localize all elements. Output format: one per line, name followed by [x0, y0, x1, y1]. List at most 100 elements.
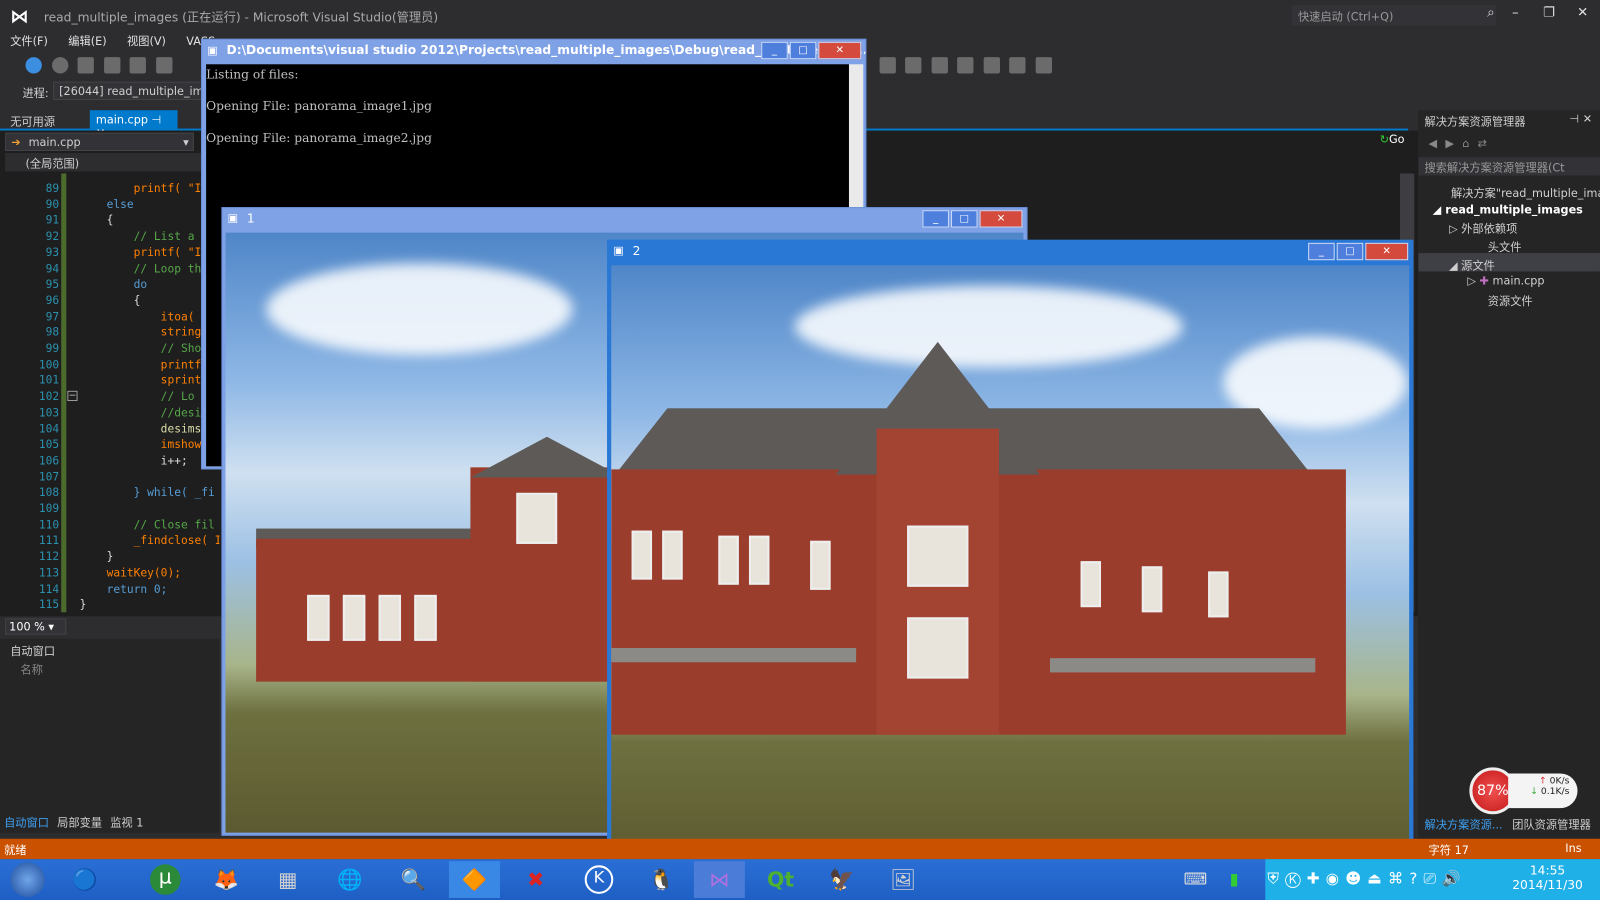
save-icon[interactable] — [129, 57, 146, 74]
code-line: } — [79, 550, 114, 564]
menu-edit[interactable]: 编辑(E) — [68, 35, 106, 48]
solution-search-input[interactable]: 搜索解决方案资源管理器(Ct — [1418, 157, 1600, 176]
maximize-button[interactable]: □ — [789, 41, 817, 60]
title-bar: ⋈ read_multiple_images (正在运行) - Microsof… — [0, 0, 1600, 33]
step-over-icon[interactable] — [957, 57, 974, 74]
plus-icon[interactable]: ✚ — [1307, 869, 1326, 887]
step-into-icon[interactable] — [931, 57, 948, 74]
sync-icon[interactable]: ⇄ — [1477, 137, 1495, 150]
image-viewer-icon[interactable]: 🖼 — [878, 861, 929, 898]
media-player-icon[interactable]: 🔶 — [448, 861, 500, 898]
save-all-icon[interactable] — [155, 57, 172, 74]
pin-icon[interactable]: ⊣ ✕ — [1569, 112, 1592, 125]
minimize-button[interactable]: _ — [761, 41, 788, 60]
status-bar: 就绪 字符 17 Ins — [0, 838, 1600, 860]
forward-icon[interactable]: ▶ — [1445, 137, 1462, 150]
tray-icons[interactable]: ⛨Ⓚ✚◉☻⏏⌘?⎚🔊 — [1267, 869, 1467, 887]
maximize-button[interactable]: □ — [1336, 242, 1364, 261]
image-window-2[interactable]: ▣ 2 _ □ ✕ — [607, 239, 1414, 863]
down-arrow-icon: ↓ — [1530, 786, 1538, 797]
tab-main-cpp[interactable]: main.cpp ⊣ ✕ — [89, 110, 178, 140]
volume-icon[interactable]: 🔊 — [1442, 869, 1467, 887]
tree-solution[interactable]: 解决方案"read_multiple_images" — [1451, 185, 1600, 201]
help-icon[interactable]: ? — [1409, 869, 1423, 887]
new-project-icon[interactable] — [77, 57, 94, 74]
step-out-icon[interactable] — [983, 57, 1000, 74]
taskbar-app-icon[interactable]: 🔵 — [59, 861, 110, 898]
calculator-icon[interactable]: ▦ — [262, 861, 313, 898]
keyboard-icon[interactable]: ⌨ — [1184, 869, 1208, 888]
close-button[interactable]: ✕ — [818, 41, 862, 60]
bookmark-icon[interactable] — [1009, 57, 1026, 74]
minimize-button[interactable]: _ — [922, 210, 949, 228]
utorrent-icon[interactable]: µ — [140, 861, 191, 898]
visual-studio-icon[interactable]: ⋈ — [693, 861, 745, 898]
input-method-icon[interactable]: ⌘ — [1388, 869, 1409, 887]
pin-icon[interactable]: ⊣ — [152, 113, 162, 126]
back-icon[interactable]: ◀ — [1429, 137, 1446, 150]
line-number: 94 — [45, 261, 60, 275]
usb-tray-icon[interactable]: ⏏ — [1367, 869, 1388, 887]
tree-source-files[interactable]: ◢ 源文件 — [1449, 257, 1495, 273]
collapse-icon[interactable]: − — [67, 390, 78, 402]
kugou-icon[interactable]: K — [573, 861, 624, 898]
xshell-icon[interactable]: ✖ — [510, 861, 561, 898]
tab-label: main.cpp — [95, 113, 148, 127]
forward-icon[interactable] — [51, 57, 68, 74]
tab-autos[interactable]: 自动窗口 — [4, 816, 49, 829]
code-line: //desi — [79, 405, 202, 420]
code-line: return 0; — [79, 582, 168, 596]
zoom-select[interactable]: 100 % ▾ — [5, 618, 67, 635]
go-button[interactable]: ↻Go — [1380, 133, 1405, 146]
qq-tray-icon[interactable]: ☻ — [1345, 869, 1367, 887]
file-combo[interactable]: ➔ main.cpp ▾ — [5, 132, 194, 152]
menu-view[interactable]: 视图(V) — [127, 35, 166, 48]
tab-solution-explorer[interactable]: 解决方案资源... — [1424, 816, 1502, 832]
clock[interactable]: 14:55 2014/11/30 — [1512, 863, 1583, 892]
status-mode: Ins — [1565, 841, 1582, 856]
usb-icon[interactable]: ▮ — [1230, 869, 1239, 888]
open-file-icon[interactable] — [103, 57, 120, 74]
start-button[interactable] — [2, 861, 53, 898]
minimize-button[interactable]: _ — [1308, 242, 1335, 261]
weibo-icon[interactable]: ◉ — [1326, 869, 1345, 887]
maximize-button[interactable]: □ — [951, 210, 978, 228]
clock-time: 14:55 — [1529, 863, 1566, 878]
browser-icon[interactable]: 🌐 — [324, 861, 375, 898]
debug-tool-icon[interactable] — [879, 57, 896, 74]
minimize-button[interactable]: – — [1502, 5, 1529, 20]
opencv-window-icon[interactable]: 🦅 — [816, 861, 867, 898]
close-button[interactable]: ✕ — [979, 210, 1023, 228]
code-line: // Sho — [79, 341, 202, 356]
qt-icon[interactable]: Qt — [755, 861, 806, 898]
home-icon[interactable]: ⌂ — [1462, 137, 1477, 150]
tab-locals[interactable]: 局部变量 — [57, 816, 102, 829]
restore-button[interactable]: ❐ — [1536, 5, 1563, 20]
tree-resource-files[interactable]: 资源文件 — [1488, 293, 1533, 309]
qq-icon[interactable]: 🐧 — [636, 861, 687, 898]
close-button[interactable]: ✕ — [1569, 5, 1596, 20]
menu-file[interactable]: 文件(F) — [10, 35, 48, 48]
search-icon[interactable]: ⌕ — [1478, 5, 1505, 20]
tree-external-deps[interactable]: ▷ 外部依赖项 — [1449, 220, 1517, 236]
kugou-tray-icon[interactable]: Ⓚ — [1285, 869, 1307, 887]
search-app-icon[interactable]: 🔍 — [388, 861, 439, 898]
line-number: 97 — [45, 309, 60, 324]
quick-launch-input[interactable]: 快速启动 (Ctrl+Q) — [1291, 5, 1496, 26]
process-select[interactable]: [26044] read_multiple_images — [53, 81, 205, 100]
line-number: 103 — [38, 405, 60, 420]
close-button[interactable]: ✕ — [1365, 242, 1409, 261]
window-title: read_multiple_images (正在运行) - Microsoft … — [43, 10, 439, 25]
tree-project[interactable]: ◢ read_multiple_images — [1433, 203, 1583, 216]
network-icon[interactable]: ⎚ — [1424, 869, 1442, 887]
shield-icon[interactable]: ⛨ — [1267, 869, 1285, 887]
tab-team-explorer[interactable]: 团队资源管理器 — [1512, 816, 1591, 832]
breakpoint-icon[interactable] — [905, 57, 922, 74]
tab-no-source[interactable]: 无可用源 — [4, 110, 61, 130]
scope-combo[interactable]: (全局范围) — [5, 153, 220, 172]
back-icon[interactable] — [25, 57, 42, 74]
tab-watch1[interactable]: 监视 1 — [110, 816, 143, 829]
tree-main-cpp[interactable]: ▷ ✚ main.cpp — [1467, 274, 1544, 287]
firefox-icon[interactable]: 🦊 — [201, 861, 252, 898]
comment-icon[interactable] — [1035, 57, 1052, 74]
